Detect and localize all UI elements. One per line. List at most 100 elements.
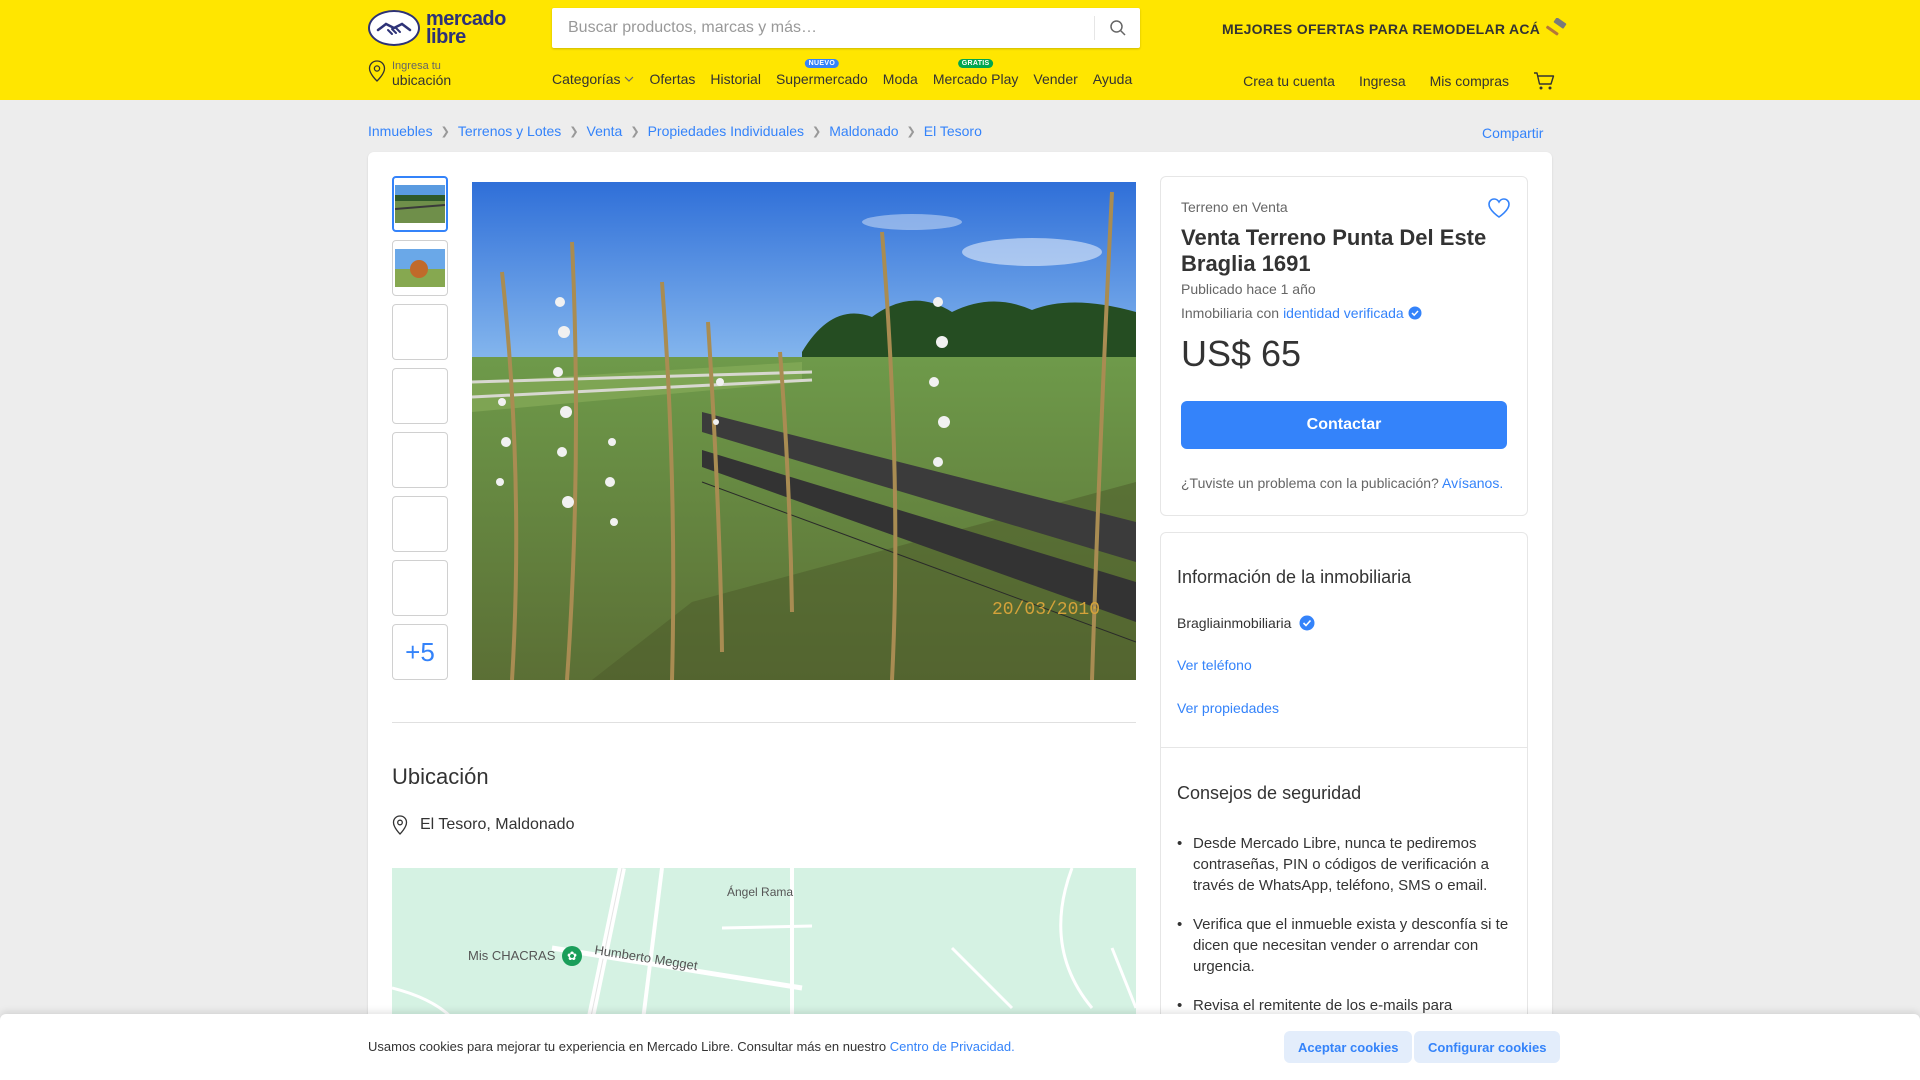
location-prompt: Ingresa tu [392, 60, 441, 72]
breadcrumb-maldonado[interactable]: Maldonado [829, 123, 898, 139]
map-label-mis-chacras: Mis CHACRAS [468, 948, 556, 963]
svg-text:✿: ✿ [567, 949, 577, 963]
listing-posted-date: Publicado hace 1 año [1181, 281, 1316, 297]
nav-historial[interactable]: Historial [710, 71, 761, 87]
thumbnail-6[interactable] [392, 496, 448, 552]
breadcrumb-venta[interactable]: Venta [587, 123, 623, 139]
share-link[interactable]: Compartir [1482, 125, 1543, 141]
header: mercadolibre MEJORES OFERTAS PARA REMODE… [0, 0, 1920, 100]
location-address: El Tesoro, Maldonado [392, 815, 574, 835]
promo-text: MEJORES OFERTAS PARA REMODELAR ACÁ [1222, 21, 1541, 37]
cart-button[interactable] [1533, 71, 1555, 91]
thumbnail-4[interactable] [392, 368, 448, 424]
cookie-text: Usamos cookies para mejorar tu experienc… [368, 1039, 1015, 1054]
privacy-center-link[interactable]: Centro de Privacidad. [890, 1039, 1015, 1054]
my-purchases-link[interactable]: Mis compras [1430, 73, 1509, 89]
thumbnail-2[interactable] [392, 240, 448, 296]
listing-subtitle: Terreno en Venta [1181, 199, 1288, 215]
agency-info-box: Información de la inmobiliaria Bragliain… [1160, 532, 1528, 1080]
view-phone-link[interactable]: Ver teléfono [1177, 657, 1252, 673]
hammer-icon [1546, 17, 1567, 36]
thumbnail-image [395, 249, 445, 287]
more-photos-count: +5 [405, 636, 435, 667]
chevron-down-icon [625, 76, 634, 82]
safety-tip: Verifica que el inmueble exista y descon… [1177, 914, 1513, 977]
verified-identity-link[interactable]: identidad verificada [1283, 305, 1404, 321]
search-bar [552, 8, 1140, 48]
thumbnail-7[interactable] [392, 560, 448, 616]
verified-prefix: Inmobiliaria con [1181, 305, 1280, 321]
address-text: El Tesoro, Maldonado [420, 816, 575, 833]
agency-name-row: Bragliainmobiliaria [1177, 615, 1315, 631]
nav-vender[interactable]: Vender [1033, 71, 1077, 87]
logo-text: mercado libre [426, 8, 506, 48]
favorite-button[interactable] [1487, 197, 1511, 224]
listing-info-box: Terreno en Venta Venta Terreno Punta Del… [1160, 176, 1528, 516]
search-icon [1109, 20, 1126, 36]
search-input[interactable] [552, 8, 1082, 48]
safety-tip: Revisa el remitente de los e-mails para [1177, 995, 1513, 1016]
nav-label: Supermercado [775, 71, 868, 87]
thumbnail-list: +5 [392, 176, 448, 680]
heart-icon [1488, 198, 1510, 218]
safety-tip: Desde Mercado Libre, nunca te pediremos … [1177, 833, 1513, 896]
thumbnail-5[interactable] [392, 432, 448, 488]
promo-banner[interactable]: MEJORES OFERTAS PARA REMODELAR ACÁ [1222, 17, 1568, 38]
user-nav: Crea tu cuenta Ingresa Mis compras [1243, 71, 1555, 91]
breadcrumb-propiedades[interactable]: Propiedades Individuales [648, 123, 804, 139]
chevron-right-icon: ❯ [630, 125, 640, 138]
land-photo: 20/03/2010 [472, 182, 1136, 680]
location-pin-icon [368, 60, 386, 82]
nav-moda[interactable]: Moda [883, 71, 918, 87]
listing-price: US$ 65 [1181, 333, 1302, 374]
photo-date-stamp: 20/03/2010 [992, 600, 1100, 620]
free-badge: GRATIS [957, 59, 994, 68]
report-problem: ¿Tuviste un problema con la publicación?… [1181, 475, 1503, 491]
breadcrumb-inmuebles[interactable]: Inmuebles [368, 123, 433, 139]
handshake-icon [368, 10, 420, 46]
agency-name: Bragliainmobiliaria [1177, 615, 1292, 631]
create-account-link[interactable]: Crea tu cuenta [1243, 73, 1335, 89]
listing-card: +5 20/03/2010 Ubicación El Tesoro, Maldo… [368, 152, 1552, 1080]
nav-ofertas[interactable]: Ofertas [649, 71, 695, 87]
verified-identity: Inmobiliaria con identidad verificada [1181, 305, 1422, 321]
new-badge: NUEVO [804, 59, 840, 68]
thumbnail-more[interactable]: +5 [392, 624, 448, 680]
verified-badge-icon [1299, 615, 1315, 631]
main-nav: Categorías Ofertas Historial NUEVO Superm… [552, 59, 1132, 87]
cart-icon [1534, 72, 1555, 90]
breadcrumb: Inmuebles ❯ Terrenos y Lotes ❯ Venta ❯ Prop… [368, 123, 982, 139]
section-divider [392, 722, 1136, 723]
location-pin-icon [392, 815, 408, 835]
breadcrumb-el-tesoro[interactable]: El Tesoro [924, 123, 982, 139]
configure-cookies-button[interactable]: Configurar cookies [1414, 1031, 1561, 1063]
breadcrumb-terrenos[interactable]: Terrenos y Lotes [458, 123, 562, 139]
contact-button[interactable]: Contactar [1181, 401, 1507, 449]
verified-badge-icon [1408, 306, 1422, 320]
thumbnail-1[interactable] [392, 176, 448, 232]
chevron-right-icon: ❯ [812, 125, 822, 138]
location-selector[interactable]: Ingresa tu ubicación [368, 60, 451, 88]
mercadolibre-logo[interactable]: mercado libre [368, 8, 506, 48]
thumbnail-3[interactable] [392, 304, 448, 360]
thumbnail-image [395, 185, 445, 223]
search-button[interactable] [1094, 16, 1140, 40]
login-link[interactable]: Ingresa [1359, 73, 1406, 89]
view-properties-link[interactable]: Ver propiedades [1177, 700, 1279, 716]
chevron-right-icon: ❯ [569, 125, 579, 138]
nav-ayuda[interactable]: Ayuda [1093, 71, 1132, 87]
safety-tips-list: Desde Mercado Libre, nunca te pediremos … [1177, 833, 1513, 1034]
agency-section-title: Información de la inmobiliaria [1177, 567, 1412, 587]
safety-section-title: Consejos de seguridad [1177, 783, 1362, 803]
nav-supermercado[interactable]: NUEVO Supermercado [775, 59, 868, 87]
cookie-message: Usamos cookies para mejorar tu experienc… [368, 1039, 887, 1054]
nav-mercado-play[interactable]: GRATIS Mercado Play [932, 59, 1019, 87]
nav-categorias[interactable]: Categorías [552, 71, 634, 87]
listing-title: Venta Terreno Punta Del Este Braglia 169… [1181, 225, 1487, 276]
accept-cookies-button[interactable]: Aceptar cookies [1284, 1031, 1413, 1063]
chevron-right-icon: ❯ [440, 125, 450, 138]
map-label-angel-rama: Ángel Rama [727, 884, 793, 899]
report-link[interactable]: Avísanos. [1442, 475, 1503, 491]
nav-label: Mercado Play [932, 71, 1019, 87]
main-photo[interactable]: 20/03/2010 [472, 182, 1136, 680]
